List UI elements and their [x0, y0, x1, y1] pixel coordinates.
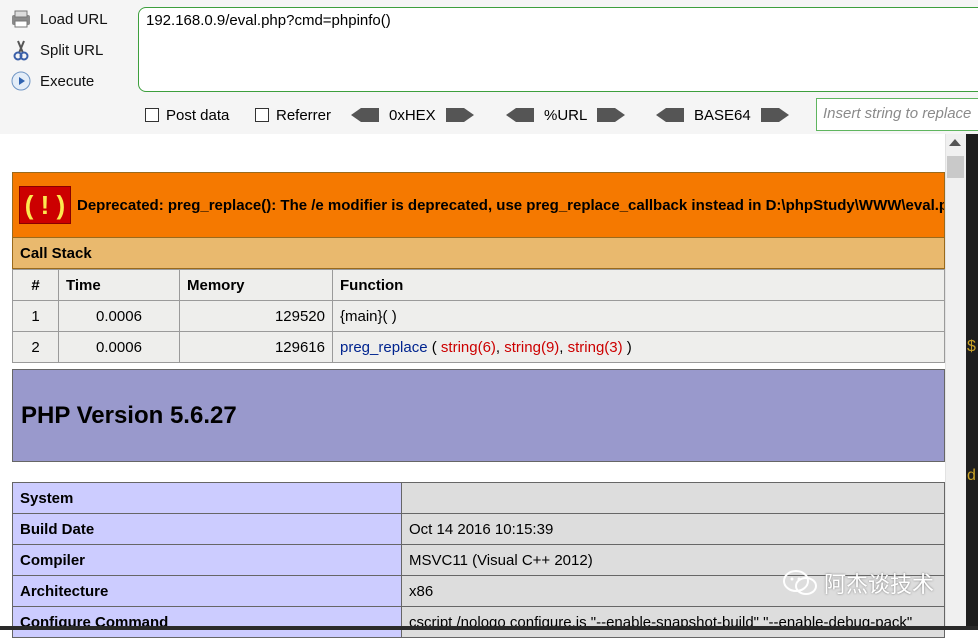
- hex-label: 0xHEX: [389, 106, 436, 124]
- error-message: Deprecated: preg_replace(): The /e modif…: [77, 196, 945, 214]
- table-row: Configure Command cscript /nologo configu…: [12, 606, 945, 638]
- row-time: 0.0006: [58, 300, 180, 332]
- paren-close: ): [622, 338, 632, 356]
- hackbar-toolbar: Load URL Split URL Execute 192.168.0.9/e…: [0, 0, 978, 135]
- load-url-icon: [10, 8, 32, 30]
- row-number: 2: [12, 331, 59, 363]
- arg-string: string(3): [567, 338, 623, 356]
- play-icon: [10, 70, 32, 92]
- base64-decode-arrow-icon[interactable]: [656, 108, 684, 122]
- arg-string: string(6): [440, 338, 496, 356]
- url-textarea[interactable]: 192.168.0.9/eval.php?cmd=phpinfo(): [138, 7, 978, 92]
- split-url-button[interactable]: Split URL: [10, 37, 130, 63]
- execute-label: Execute: [40, 72, 95, 90]
- row-time: 0.0006: [58, 331, 180, 363]
- table-row: System: [12, 482, 945, 514]
- call-stack-title: Call Stack: [12, 238, 945, 269]
- info-key: Configure Command: [12, 606, 402, 638]
- info-value: Oct 14 2016 10:15:39: [401, 513, 945, 545]
- vertical-scrollbar[interactable]: [945, 134, 966, 630]
- load-url-button[interactable]: Load URL: [10, 6, 130, 32]
- watermark-text: 阿杰谈技术: [824, 572, 935, 597]
- call-stack-table: # Time Memory Function 1 0.0006 129520 {…: [12, 269, 945, 363]
- row-memory: 129520: [179, 300, 333, 332]
- function-link[interactable]: preg_replace: [340, 339, 428, 356]
- column-header: Time: [58, 269, 180, 301]
- watermark: 阿杰谈技术: [782, 567, 934, 599]
- hex-encode-arrow-icon[interactable]: [445, 108, 474, 122]
- table-header-row: # Time Memory Function: [12, 269, 945, 301]
- referrer-option[interactable]: Referrer: [255, 105, 331, 125]
- info-key: Compiler: [12, 544, 402, 576]
- column-header: Memory: [179, 269, 333, 301]
- post-data-checkbox[interactable]: [145, 108, 159, 122]
- paren-open: (: [427, 338, 441, 356]
- xdebug-error-block: ( ! ) Deprecated: preg_replace(): The /e…: [12, 172, 945, 363]
- info-value: [401, 482, 945, 514]
- info-key: Architecture: [12, 575, 402, 607]
- table-row: Build Date Oct 14 2016 10:15:39: [12, 513, 945, 545]
- url-decode-arrow-icon[interactable]: [506, 108, 534, 122]
- bottom-edge: [0, 626, 978, 630]
- info-key: Build Date: [12, 513, 402, 545]
- phpinfo-table: System Build Date Oct 14 2016 10:15:39 Co…: [12, 482, 945, 638]
- php-version-header: PHP Version 5.6.27: [12, 369, 945, 462]
- url-encoder: %URL: [506, 105, 626, 125]
- info-key: System: [12, 482, 402, 514]
- referrer-label: Referrer: [276, 106, 332, 124]
- wechat-icon: [783, 570, 817, 595]
- hex-decode-arrow-icon[interactable]: [351, 108, 379, 122]
- base64-encode-arrow-icon[interactable]: [760, 108, 789, 122]
- warning-icon: ( ! ): [19, 186, 71, 224]
- execute-button[interactable]: Execute: [10, 68, 130, 94]
- scrollbar-thumb[interactable]: [947, 156, 964, 178]
- row-memory: 129616: [179, 331, 333, 363]
- arg-comma: ,: [559, 338, 568, 356]
- table-row: 2 0.0006 129616 preg_replace ( string(6)…: [12, 331, 945, 363]
- table-row: 1 0.0006 129520 {main}( ): [12, 300, 945, 332]
- scissors-icon: [10, 39, 32, 61]
- row-number: 1: [12, 300, 59, 332]
- arg-string: string(9): [504, 338, 560, 356]
- row-function: {main}( ): [332, 300, 945, 332]
- base64-label: BASE64: [694, 106, 751, 124]
- post-data-option[interactable]: Post data: [145, 105, 229, 125]
- scroll-up-arrow-icon[interactable]: [949, 139, 961, 146]
- row-function: preg_replace ( string(6), string(9), str…: [332, 331, 945, 363]
- url-enc-label: %URL: [544, 106, 588, 124]
- split-url-label: Split URL: [40, 41, 104, 59]
- arg-comma: ,: [495, 338, 505, 356]
- insert-string-input[interactable]: Insert string to replace: [816, 98, 978, 131]
- column-header: #: [12, 269, 59, 301]
- info-value: cscript /nologo configure.js "--enable-s…: [401, 606, 945, 638]
- page-title: PHP Version 5.6.27: [21, 401, 237, 429]
- post-data-label: Post data: [166, 106, 230, 124]
- hex-encoder: 0xHEX: [351, 105, 474, 125]
- referrer-checkbox[interactable]: [255, 108, 269, 122]
- error-header: ( ! ) Deprecated: preg_replace(): The /e…: [12, 172, 945, 238]
- url-value: 192.168.0.9/eval.php?cmd=phpinfo(): [146, 12, 391, 29]
- insert-string-placeholder: Insert string to replace: [823, 105, 972, 122]
- background-glyph: d: [967, 467, 976, 484]
- background-glyph: $: [967, 338, 976, 355]
- background-window-edge: [966, 134, 978, 630]
- base64-encoder: BASE64: [656, 105, 789, 125]
- url-encode-arrow-icon[interactable]: [597, 108, 626, 122]
- column-header: Function: [332, 269, 945, 301]
- load-url-label: Load URL: [40, 10, 108, 28]
